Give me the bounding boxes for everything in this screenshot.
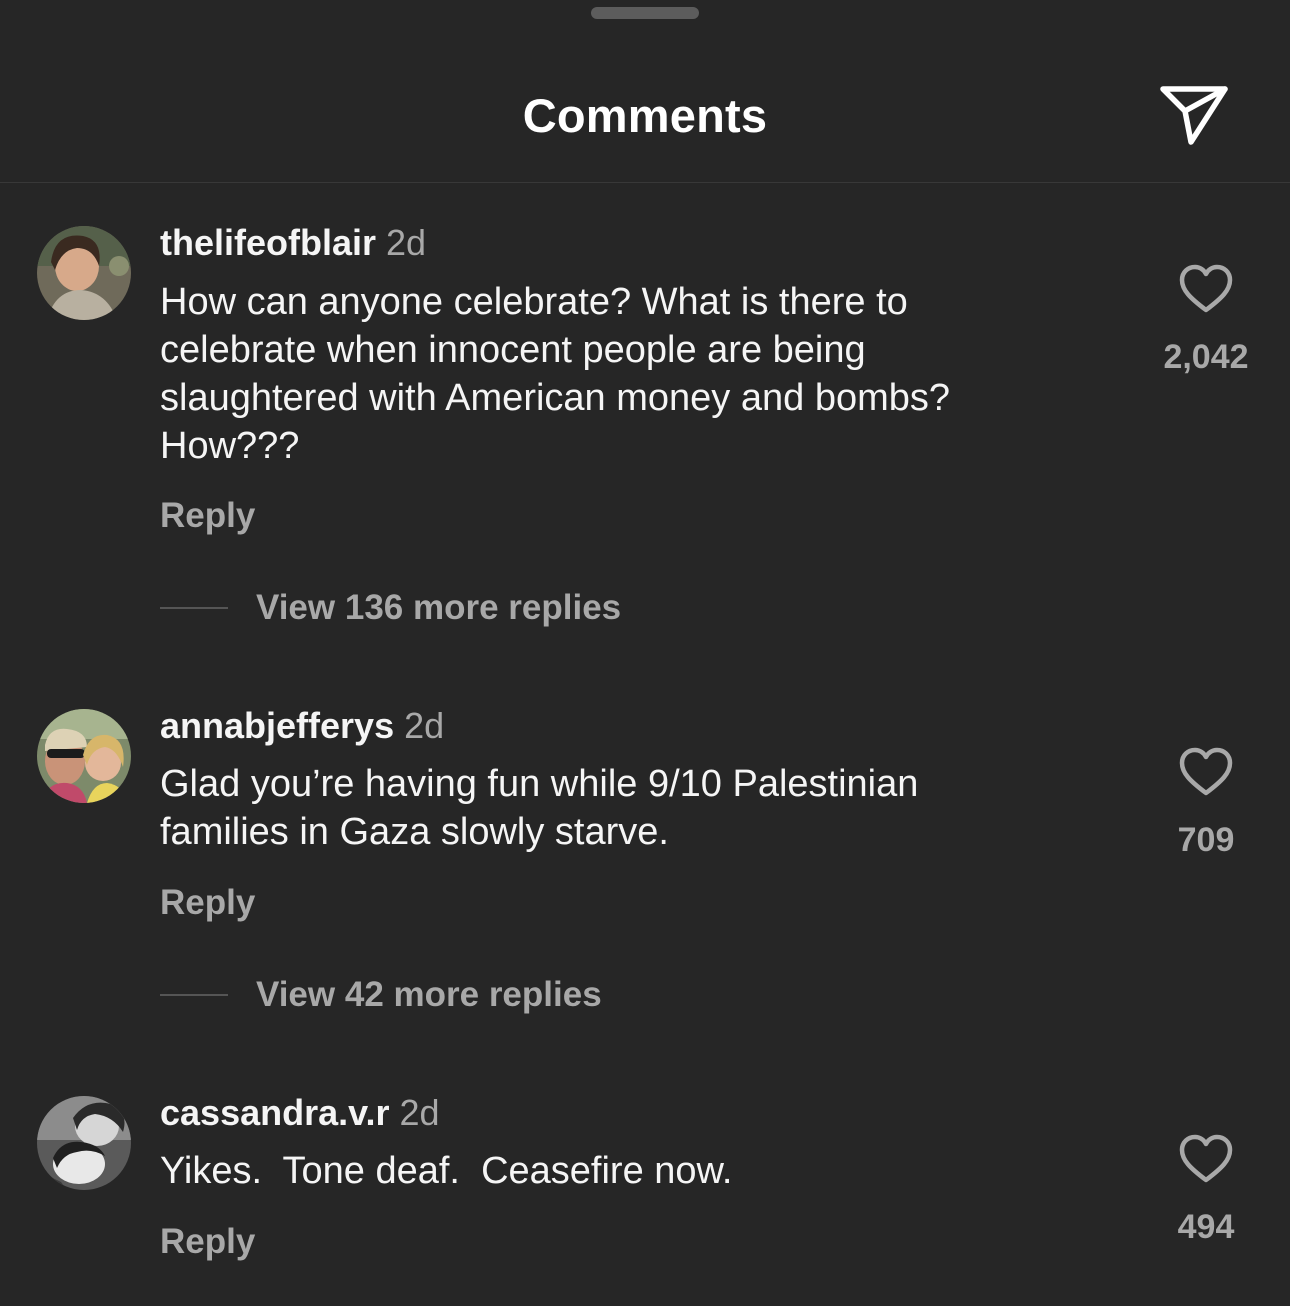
comment-text-line: How can anyone celebrate? What is there … <box>160 281 908 323</box>
heart-outline-icon <box>1179 747 1233 796</box>
avatar[interactable] <box>37 1096 131 1190</box>
comment-text-line: families in Gaza slowly starve. <box>160 811 669 853</box>
comment-text-line: Glad you’re having fun while 9/10 Palest… <box>160 763 919 805</box>
comment-text-line: Yikes. Tone deaf. Ceasefire now. <box>160 1150 733 1192</box>
divider <box>160 994 228 996</box>
comment-text-line: celebrate when innocent people are being <box>160 329 866 371</box>
view-replies-label: View 42 more replies <box>256 975 602 1014</box>
comments-header: Comments <box>0 0 1290 183</box>
username[interactable]: annabjefferys <box>160 705 394 746</box>
like-button[interactable] <box>1178 264 1234 314</box>
view-replies-button[interactable]: View 42 more replies <box>160 975 602 1015</box>
heart-outline-icon <box>1179 264 1233 313</box>
timestamp: 2d <box>404 705 445 746</box>
heart-outline-icon <box>1179 1134 1233 1183</box>
comment-meta: thelifeofblair 2d <box>160 222 426 264</box>
comment-text-line: slaughtered with American money and bomb… <box>160 377 951 419</box>
comment-meta: cassandra.v.r 2d <box>160 1092 440 1134</box>
page-title: Comments <box>522 89 768 142</box>
avatar[interactable] <box>37 709 131 803</box>
like-count: 2,042 <box>1163 338 1249 376</box>
view-replies-button[interactable]: View 136 more replies <box>160 588 621 628</box>
username[interactable]: thelifeofblair <box>160 222 376 263</box>
timestamp: 2d <box>386 222 427 263</box>
timestamp: 2d <box>399 1092 440 1133</box>
send-paper-plane-icon <box>1160 86 1228 145</box>
reply-button[interactable]: Reply <box>160 883 255 923</box>
divider <box>160 607 228 609</box>
like-count: 709 <box>1177 821 1235 859</box>
comment-text: How can anyone celebrate? What is there … <box>160 278 1120 470</box>
comment-text: Glad you’re having fun while 9/10 Palest… <box>160 760 1120 856</box>
comment-text-line: How??? <box>160 425 300 467</box>
avatar[interactable] <box>37 226 131 320</box>
like-button[interactable] <box>1178 747 1234 797</box>
comment-meta: annabjefferys 2d <box>160 705 444 747</box>
reply-button[interactable]: Reply <box>160 1222 255 1262</box>
like-button[interactable] <box>1178 1134 1234 1184</box>
comment-text: Yikes. Tone deaf. Ceasefire now. <box>160 1147 1120 1195</box>
like-count: 494 <box>1177 1208 1235 1246</box>
view-replies-label: View 136 more replies <box>256 588 622 627</box>
share-button[interactable] <box>1158 82 1230 148</box>
username[interactable]: cassandra.v.r <box>160 1092 389 1133</box>
reply-button[interactable]: Reply <box>160 496 255 536</box>
